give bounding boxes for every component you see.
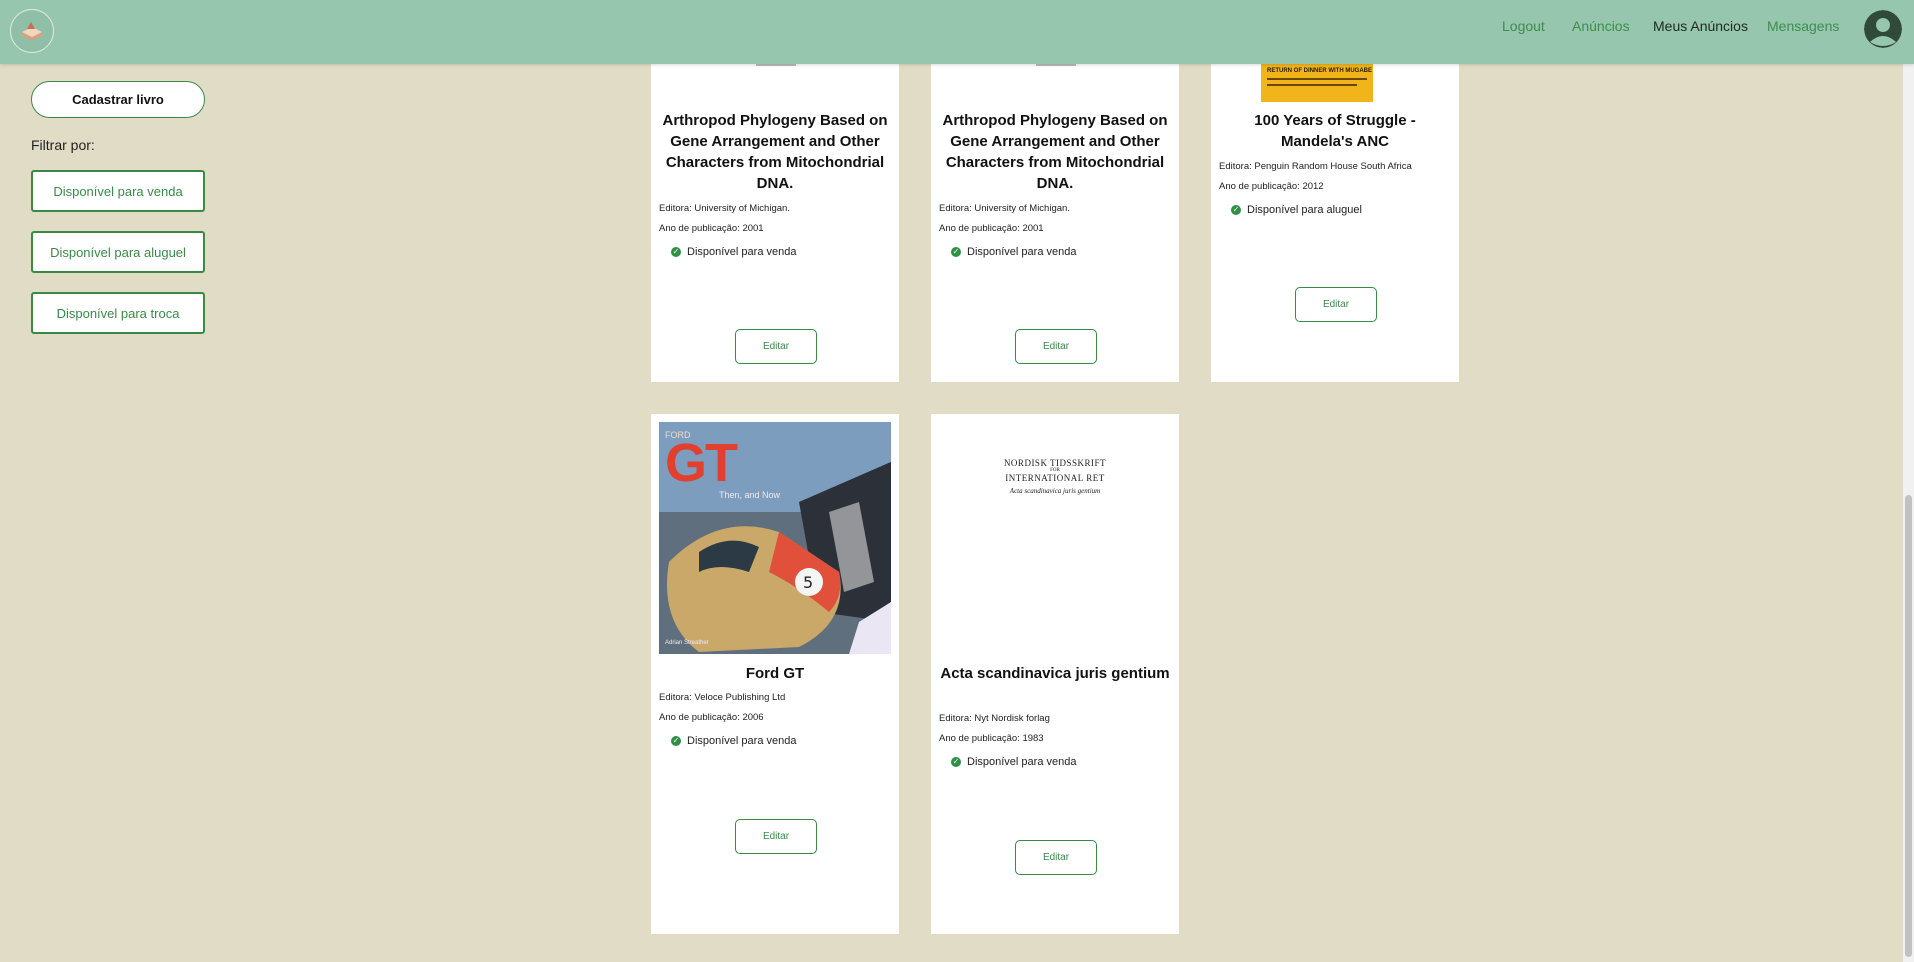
cover-fragment bbox=[756, 64, 796, 66]
book-publisher: Editora: University of Michigan. bbox=[939, 203, 1070, 214]
availability-label: Disponível para venda bbox=[687, 246, 797, 258]
edit-button[interactable]: Editar bbox=[1015, 840, 1097, 875]
filter-sale-button[interactable]: Disponível para venda bbox=[31, 170, 205, 212]
check-circle-icon: ✓ bbox=[951, 757, 961, 767]
book-title: Acta scandinavica juris gentium bbox=[940, 665, 1170, 682]
availability-status: ✓ Disponível para venda bbox=[671, 246, 796, 258]
check-circle-icon: ✓ bbox=[671, 736, 681, 746]
cover-author-text: Adrian Streather bbox=[665, 640, 709, 646]
book-publisher: Editora: Veloce Publishing Ltd bbox=[659, 692, 786, 703]
cover-line3: INTERNATIONAL RET bbox=[1005, 473, 1105, 483]
book-card: RETURN OF DINNER WITH MUGABE 100 Years o… bbox=[1211, 64, 1459, 382]
book-publisher: Editora: University of Michigan. bbox=[659, 203, 790, 214]
nav-anuncios-link[interactable]: Anúncios bbox=[1572, 18, 1630, 34]
book-card: Arthropod Phylogeny Based on Gene Arrang… bbox=[931, 64, 1179, 382]
nav-logout-link[interactable]: Logout bbox=[1502, 18, 1545, 34]
book-title: Arthropod Phylogeny Based on Gene Arrang… bbox=[942, 112, 1168, 192]
book-year: Ano de publicação: 2012 bbox=[1219, 181, 1324, 192]
cover-text: RETURN OF DINNER WITH MUGABE bbox=[1267, 68, 1372, 74]
logo-icon[interactable] bbox=[10, 9, 54, 53]
book-title: Ford GT bbox=[745, 665, 805, 682]
filter-trade-button[interactable]: Disponível para troca bbox=[31, 292, 205, 334]
book-year: Ano de publicação: 2001 bbox=[939, 223, 1044, 234]
edit-button[interactable]: Editar bbox=[1015, 329, 1097, 364]
user-avatar-icon[interactable] bbox=[1864, 10, 1902, 48]
availability-status: ✓ Disponível para venda bbox=[951, 246, 1076, 258]
book-title: 100 Years of Struggle - Mandela's ANC bbox=[1254, 112, 1416, 150]
availability-label: Disponível para venda bbox=[967, 756, 1077, 768]
book-cover-image: NORDISK TIDSSKRIFT FOR INTERNATIONAL RET… bbox=[939, 422, 1171, 654]
nav-mensagens-link[interactable]: Mensagens bbox=[1767, 18, 1839, 34]
book-card: 5 FORD GT Then, and Now Adrian Streather… bbox=[651, 414, 899, 934]
check-circle-icon: ✓ bbox=[1231, 205, 1241, 215]
edit-button[interactable]: Editar bbox=[735, 819, 817, 854]
book-publisher: Editora: Nyt Nordisk forlag bbox=[939, 713, 1050, 724]
filter-label: Filtrar por: bbox=[31, 137, 95, 153]
svg-text:5: 5 bbox=[803, 573, 813, 592]
cover-line4: Acta scandinavica juris gentium bbox=[1009, 487, 1101, 495]
availability-status: ✓ Disponível para venda bbox=[951, 756, 1076, 768]
filter-rent-button[interactable]: Disponível para aluguel bbox=[31, 231, 205, 273]
scrollbar-thumb[interactable] bbox=[1905, 495, 1912, 957]
cover-line bbox=[1267, 84, 1357, 86]
check-circle-icon: ✓ bbox=[671, 247, 681, 257]
edit-button[interactable]: Editar bbox=[1295, 287, 1377, 322]
book-publisher: Editora: Penguin Random House South Afri… bbox=[1219, 161, 1412, 172]
top-navbar: Logout Anúncios Meus Anúncios Mensagens bbox=[0, 0, 1914, 64]
cover-line bbox=[1267, 78, 1367, 80]
book-card: NORDISK TIDSSKRIFT FOR INTERNATIONAL RET… bbox=[931, 414, 1179, 934]
book-cover-image: 5 FORD GT Then, and Now Adrian Streather bbox=[659, 422, 891, 654]
availability-label: Disponível para venda bbox=[687, 735, 797, 747]
availability-status: ✓ Disponível para venda bbox=[671, 735, 796, 747]
book-year: Ano de publicação: 1983 bbox=[939, 733, 1044, 744]
book-title: Arthropod Phylogeny Based on Gene Arrang… bbox=[662, 112, 888, 192]
register-book-button[interactable]: Cadastrar livro bbox=[31, 81, 205, 118]
cover-fragment bbox=[1036, 64, 1076, 66]
edit-button[interactable]: Editar bbox=[735, 329, 817, 364]
availability-label: Disponível para aluguel bbox=[1247, 204, 1362, 216]
check-circle-icon: ✓ bbox=[951, 247, 961, 257]
book-year: Ano de publicação: 2006 bbox=[659, 712, 764, 723]
availability-label: Disponível para venda bbox=[967, 246, 1077, 258]
cover-big-text: GT bbox=[665, 433, 738, 493]
availability-status: ✓ Disponível para aluguel bbox=[1231, 204, 1362, 216]
nav-meus-anuncios-link[interactable]: Meus Anúncios bbox=[1653, 18, 1748, 34]
book-cover-image: RETURN OF DINNER WITH MUGABE bbox=[1261, 64, 1373, 102]
cover-subtitle-text: Then, and Now bbox=[719, 490, 781, 500]
book-year: Ano de publicação: 2001 bbox=[659, 223, 764, 234]
cover-line1: NORDISK TIDSSKRIFT bbox=[1003, 458, 1107, 468]
book-card: Arthropod Phylogeny Based on Gene Arrang… bbox=[651, 64, 899, 382]
